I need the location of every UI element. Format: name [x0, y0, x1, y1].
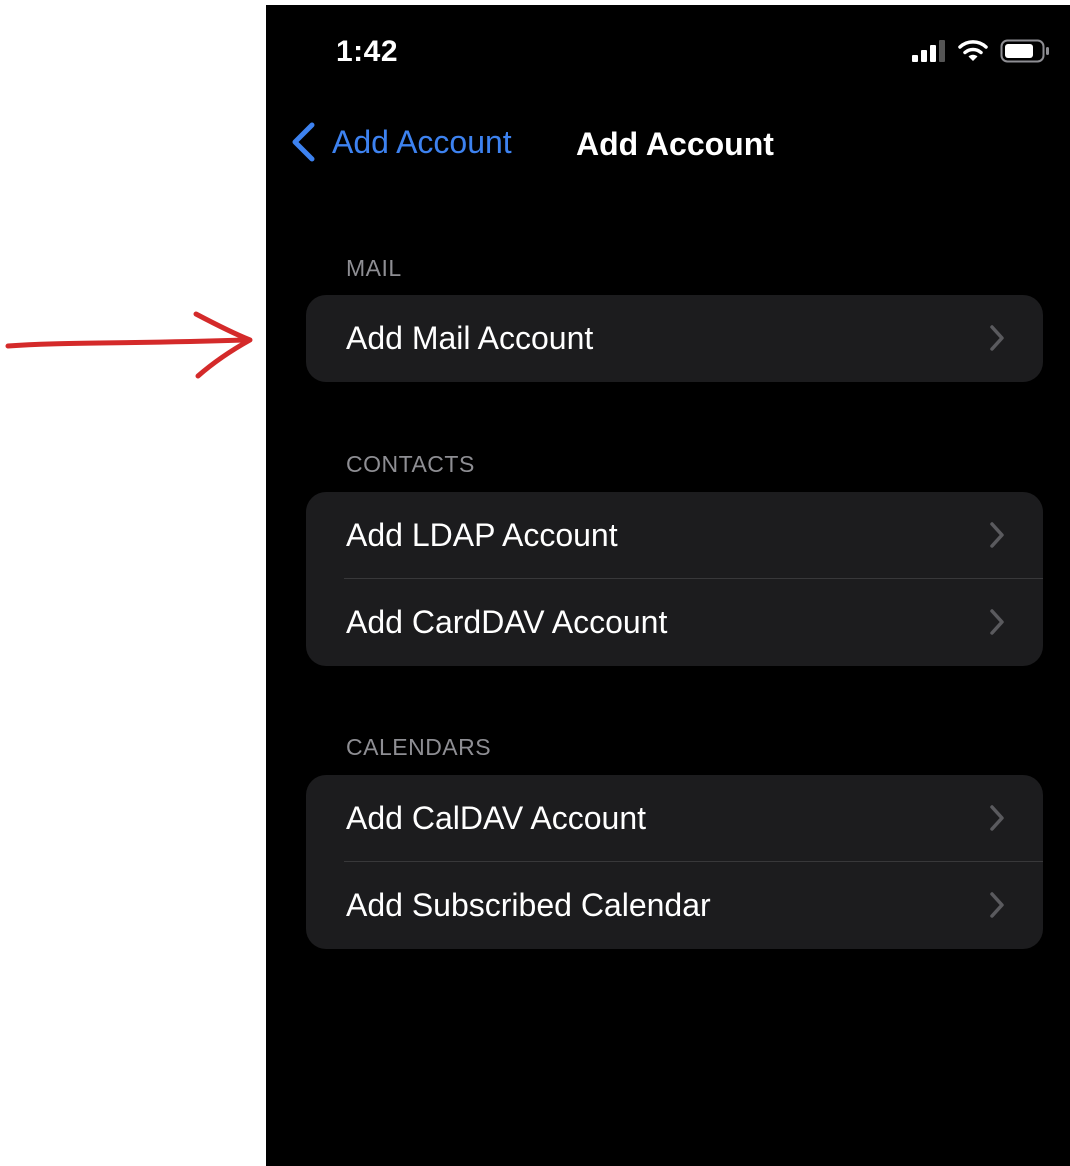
- back-button-label: Add Account: [332, 123, 512, 160]
- row-label: Add CardDAV Account: [346, 604, 668, 640]
- add-carddav-account-row[interactable]: Add CardDAV Account: [306, 579, 1043, 666]
- mail-group: Add Mail Account: [306, 295, 1043, 382]
- row-label: Add Mail Account: [346, 320, 594, 356]
- page-title: Add Account: [576, 126, 774, 162]
- chevron-right-icon: [990, 805, 1004, 831]
- chevron-right-icon: [990, 609, 1004, 635]
- calendars-group: Add CalDAV Account Add Subscribed Calend…: [306, 775, 1043, 949]
- screenshot-canvas: 1:42 Add Account Add Account MAIL Add Ma…: [0, 0, 1070, 1166]
- phone-screen: 1:42 Add Account Add Account MAIL Add Ma…: [266, 5, 1070, 1166]
- add-ldap-account-row[interactable]: Add LDAP Account: [306, 492, 1043, 579]
- battery-icon: [1000, 39, 1049, 63]
- row-label: Add LDAP Account: [346, 517, 618, 553]
- chevron-right-icon: [990, 325, 1004, 351]
- add-mail-account-row[interactable]: Add Mail Account: [306, 295, 1043, 382]
- chevron-right-icon: [990, 892, 1004, 918]
- row-label: Add CalDAV Account: [346, 800, 647, 836]
- navigation-bar: Add Account Add Account: [266, 110, 1070, 180]
- chevron-right-icon: [990, 522, 1004, 548]
- contacts-group: Add LDAP Account Add CardDAV Account: [306, 492, 1043, 666]
- add-subscribed-calendar-row[interactable]: Add Subscribed Calendar: [306, 862, 1043, 949]
- wifi-icon: [958, 40, 988, 61]
- red-arrow-icon: [5, 311, 253, 379]
- back-button[interactable]: Add Account: [290, 122, 512, 162]
- row-label: Add Subscribed Calendar: [346, 887, 711, 923]
- chevron-left-icon: [292, 122, 315, 162]
- status-time: 1:42: [336, 35, 399, 68]
- status-icons: [912, 39, 1050, 63]
- cellular-signal-icon: [912, 40, 945, 62]
- section-header-contacts: CONTACTS: [346, 451, 475, 477]
- section-header-mail: MAIL: [346, 255, 402, 281]
- add-caldav-account-row[interactable]: Add CalDAV Account: [306, 775, 1043, 862]
- section-header-calendars: CALENDARS: [346, 734, 492, 760]
- status-bar: 1:42: [266, 5, 1070, 95]
